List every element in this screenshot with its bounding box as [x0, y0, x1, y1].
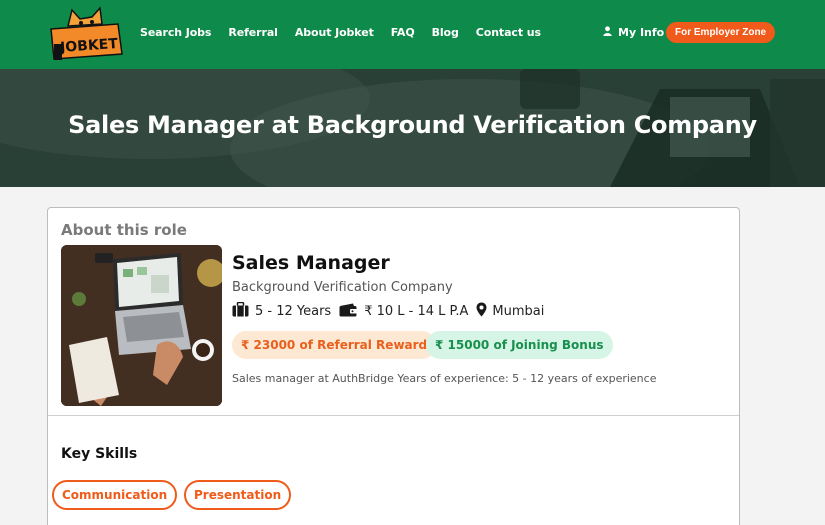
nav-referral[interactable]: Referral — [228, 26, 278, 39]
briefcase-icon — [232, 301, 249, 321]
referral-reward-badge: ₹ 23000 of Referral Reward — [232, 331, 437, 359]
job-title: Sales Manager — [232, 252, 390, 274]
joining-bonus-badge: ₹ 15000 of Joining Bonus — [426, 331, 613, 359]
section-title-about-role: About this role — [61, 221, 187, 239]
nav-search-jobs[interactable]: Search Jobs — [140, 26, 211, 39]
jobket-logo[interactable]: JOBKET — [48, 4, 128, 62]
location-pin-icon — [476, 302, 487, 321]
nav-contact-us[interactable]: Contact us — [476, 26, 541, 39]
company-name: Background Verification Company — [232, 280, 453, 295]
main-nav: Search Jobs Referral About Jobket FAQ Bl… — [140, 26, 558, 39]
nav-blog[interactable]: Blog — [432, 26, 459, 39]
skill-chip-presentation[interactable]: Presentation — [184, 480, 292, 510]
hero-banner: Sales Manager at Background Verification… — [0, 69, 825, 187]
user-icon — [603, 26, 612, 39]
key-skills-title: Key Skills — [61, 446, 138, 462]
wallet-icon — [339, 303, 358, 321]
top-navbar: JOBKET Search Jobs Referral About Jobket… — [0, 0, 825, 69]
nav-faq[interactable]: FAQ — [391, 26, 415, 39]
location-value: Mumbai — [492, 304, 545, 319]
my-info-label: My Info — [618, 26, 665, 39]
job-photo — [61, 245, 222, 406]
employer-zone-button[interactable]: For Employer Zone — [666, 22, 776, 43]
section-divider — [48, 415, 739, 416]
job-description: Sales manager at AuthBridge Years of exp… — [232, 372, 657, 385]
job-meta: 5 - 12 Years ₹ 10 L - 14 L P.A Mumbai — [232, 301, 552, 321]
nav-about-jobket[interactable]: About Jobket — [295, 26, 374, 39]
skill-chip-communication[interactable]: Communication — [52, 480, 178, 510]
experience-value: 5 - 12 Years — [255, 304, 332, 319]
page-title: Sales Manager at Background Verification… — [68, 111, 757, 139]
role-card: About this role Sales Manager Background… — [47, 207, 740, 525]
salary-value: ₹ 10 L - 14 L P.A — [364, 304, 469, 319]
my-info-link[interactable]: My Info — [603, 26, 664, 39]
